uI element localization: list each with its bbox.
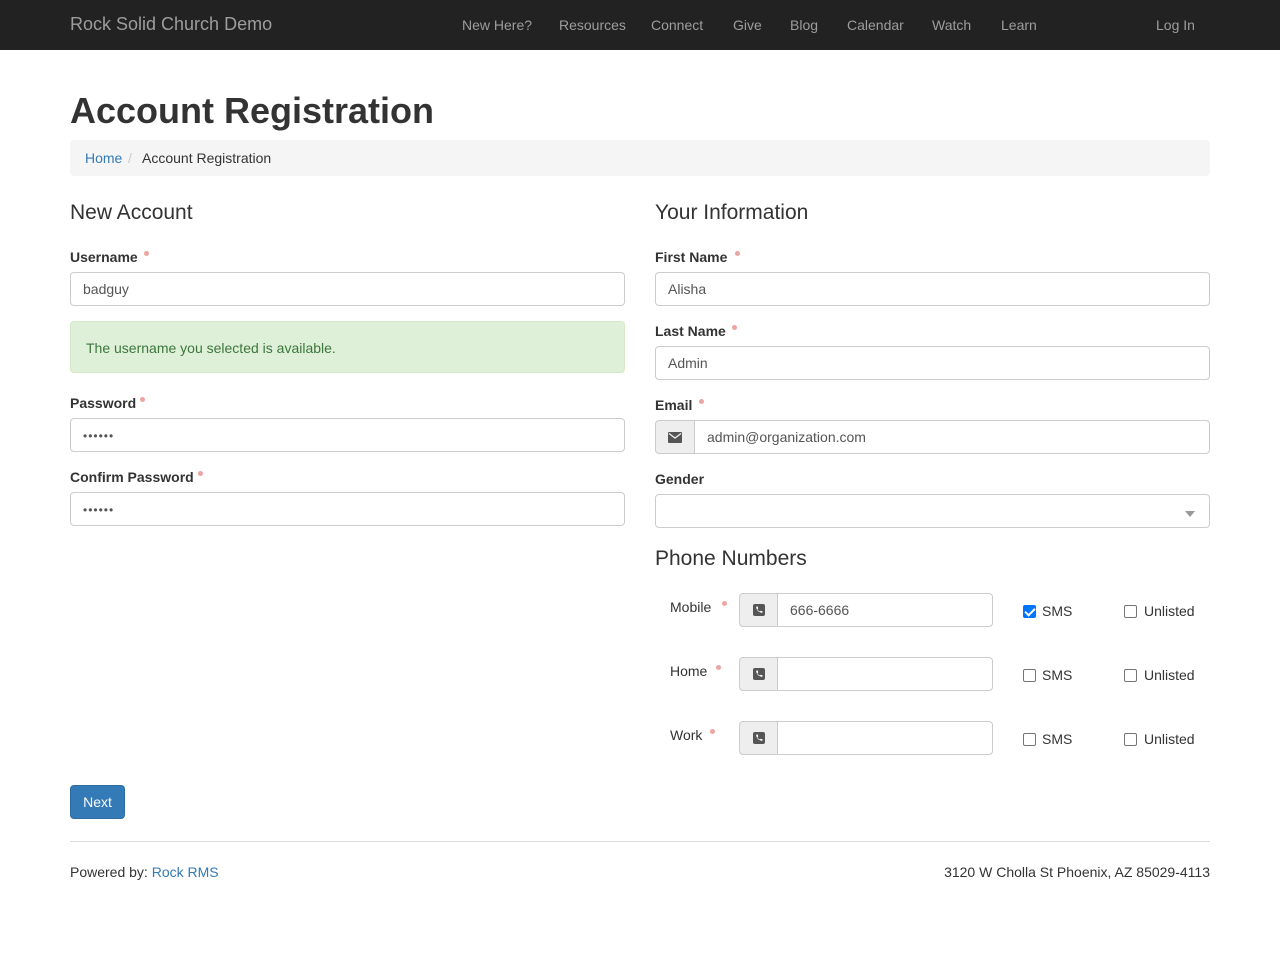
top-navbar: Rock Solid Church Demo New Here? Resourc…: [0, 0, 1280, 50]
phone-label-work: Work: [670, 727, 703, 743]
breadcrumb-home-link[interactable]: Home: [85, 150, 122, 166]
phone-icon: [752, 732, 765, 744]
nav-connect[interactable]: Connect: [651, 17, 703, 33]
phone-numbers-title: Phone Numbers: [655, 547, 807, 570]
unlisted-label: Unlisted: [1144, 731, 1195, 747]
your-information-title: Your Information: [655, 201, 809, 224]
last-name-label: Last Name: [655, 323, 726, 339]
sms-label: SMS: [1042, 667, 1073, 683]
envelope-icon: [668, 431, 682, 443]
confirm-password-input[interactable]: ••••••: [70, 492, 625, 526]
work-sms-checkbox[interactable]: [1023, 733, 1036, 746]
nav-learn[interactable]: Learn: [1001, 17, 1037, 33]
footer-divider: [70, 841, 1210, 842]
breadcrumb-current: Account Registration: [142, 150, 272, 166]
first-name-input[interactable]: Alisha: [655, 272, 1210, 306]
phone-addon: [739, 593, 778, 627]
phone-label-home: Home: [670, 663, 708, 679]
footer-powered-by: Powered by: Rock RMS: [70, 864, 219, 880]
home-phone-input[interactable]: [777, 657, 993, 691]
required-indicator: [732, 325, 737, 330]
page-title: Account Registration: [70, 90, 435, 131]
password-input[interactable]: ••••••: [70, 418, 625, 452]
username-input[interactable]: badguy: [70, 272, 625, 306]
mobile-phone-input[interactable]: 666-6666: [777, 593, 993, 627]
required-indicator: [735, 251, 740, 256]
brand-link[interactable]: Rock Solid Church Demo: [70, 14, 272, 35]
username-label: Username: [70, 249, 138, 265]
login-link[interactable]: Log In: [1156, 17, 1195, 33]
phone-label-mobile: Mobile: [670, 599, 712, 615]
required-indicator: [140, 397, 145, 402]
required-indicator: [198, 471, 203, 476]
sms-label: SMS: [1042, 603, 1073, 619]
rock-rms-link[interactable]: Rock RMS: [152, 864, 219, 880]
chevron-down-icon: [1185, 511, 1195, 517]
footer-address: 3120 W Cholla St Phoenix, AZ 85029-4113: [944, 864, 1210, 880]
required-indicator: [144, 251, 149, 256]
work-phone-input[interactable]: [777, 721, 993, 755]
first-name-label: First Name: [655, 249, 728, 265]
nav-give[interactable]: Give: [733, 17, 762, 33]
phone-icon: [752, 604, 765, 616]
phone-addon: [739, 721, 778, 755]
new-account-title: New Account: [70, 201, 193, 224]
powered-by-text: Powered by:: [70, 864, 152, 880]
nav-new-here[interactable]: New Here?: [462, 17, 532, 33]
work-unlisted-checkbox[interactable]: [1124, 733, 1137, 746]
breadcrumb-separator: /: [128, 150, 132, 166]
unlisted-label: Unlisted: [1144, 667, 1195, 683]
home-sms-checkbox[interactable]: [1023, 669, 1036, 682]
confirm-password-label: Confirm Password: [70, 469, 194, 485]
mobile-unlisted-checkbox[interactable]: [1124, 605, 1137, 618]
next-button[interactable]: Next: [70, 785, 125, 819]
gender-label: Gender: [655, 471, 705, 487]
required-indicator: [716, 665, 721, 670]
breadcrumb: Home / Account Registration: [70, 140, 1210, 176]
username-available-alert: The username you selected is available.: [70, 321, 625, 373]
nav-blog[interactable]: Blog: [790, 17, 818, 33]
nav-calendar[interactable]: Calendar: [847, 17, 904, 33]
mobile-sms-checkbox[interactable]: [1023, 605, 1036, 618]
password-label: Password: [70, 395, 137, 411]
email-label: Email: [655, 397, 693, 413]
sms-label: SMS: [1042, 731, 1073, 747]
unlisted-label: Unlisted: [1144, 603, 1195, 619]
nav-watch[interactable]: Watch: [932, 17, 971, 33]
required-indicator: [710, 729, 715, 734]
required-indicator: [722, 601, 727, 606]
email-input[interactable]: admin@organization.com: [694, 420, 1210, 454]
nav-resources[interactable]: Resources: [559, 17, 626, 33]
home-unlisted-checkbox[interactable]: [1124, 669, 1137, 682]
phone-addon: [739, 657, 778, 691]
required-indicator: [699, 399, 704, 404]
gender-select[interactable]: [655, 494, 1210, 528]
last-name-input[interactable]: Admin: [655, 346, 1210, 380]
email-addon: [655, 420, 695, 454]
phone-icon: [752, 668, 765, 680]
